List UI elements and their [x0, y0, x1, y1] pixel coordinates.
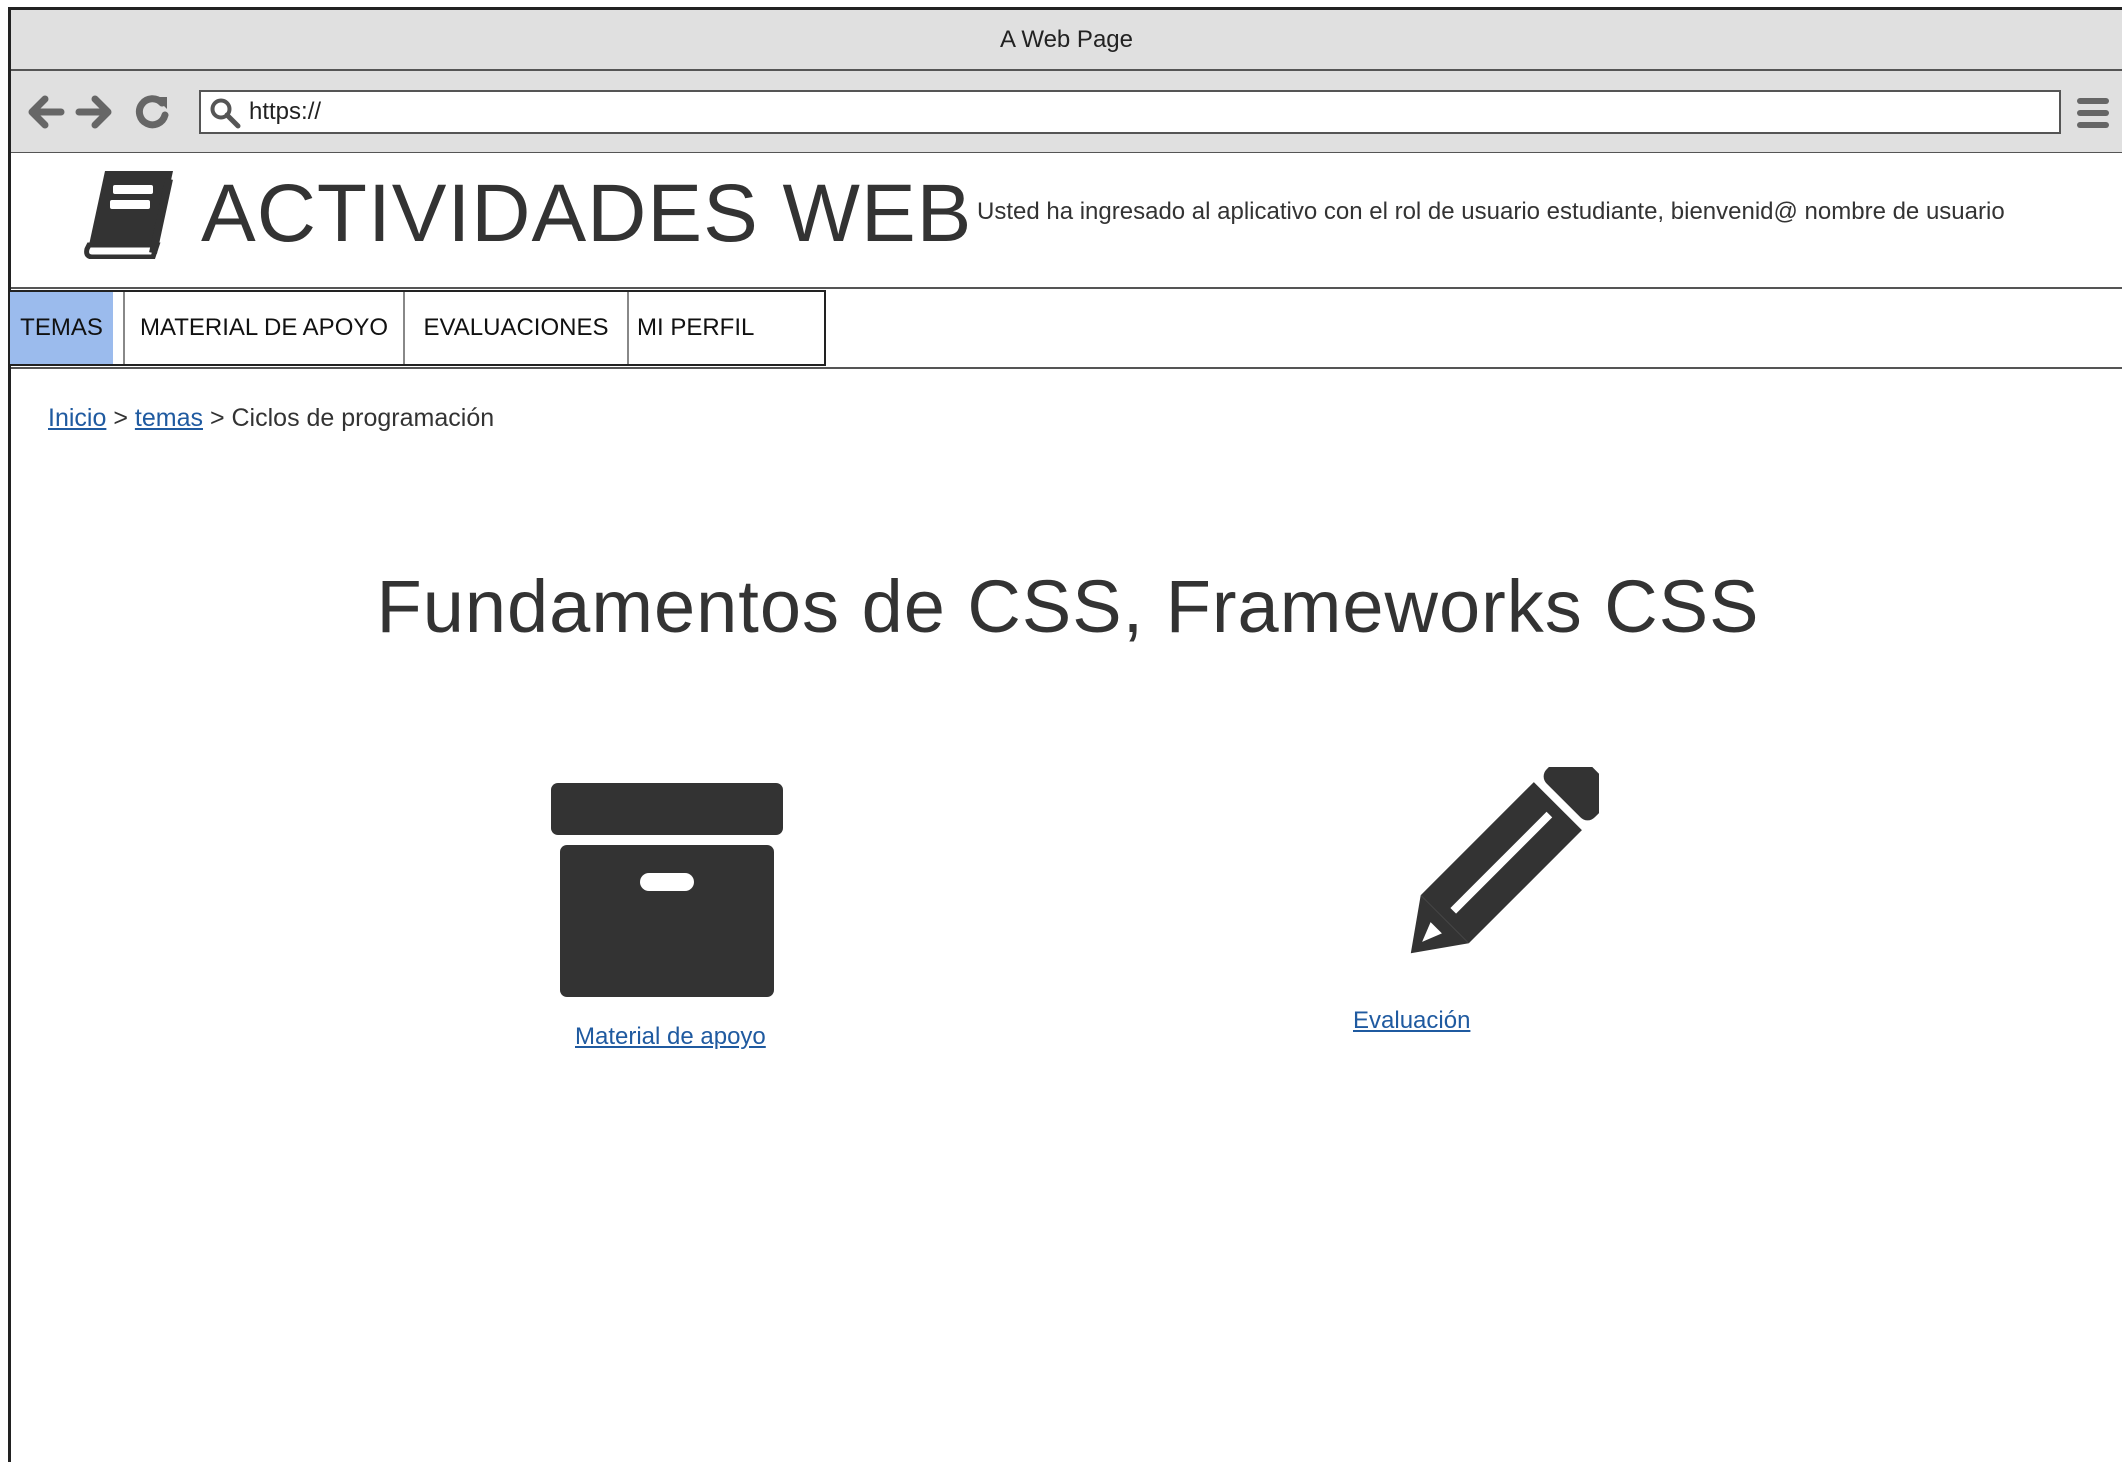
breadcrumb-link-temas[interactable]: temas [135, 404, 203, 432]
browser-window: A Web Page https:// ACTIVIDADES WEB Uste… [8, 7, 2122, 1462]
site-header: ACTIVIDADES WEB Usted ha ingresado al ap… [11, 153, 2122, 289]
tab-material-de-apoyo[interactable]: MATERIAL DE APOYO [123, 292, 403, 364]
reload-icon[interactable] [131, 91, 173, 133]
tab-mi-perfil[interactable]: MI PERFIL [627, 292, 824, 364]
window-title: A Web Page [1000, 26, 1133, 53]
book-icon [84, 171, 173, 259]
site-title: ACTIVIDADES WEB [201, 168, 973, 259]
archive-box-icon[interactable] [551, 783, 783, 997]
tab-evaluaciones[interactable]: EVALUACIONES [403, 292, 627, 364]
material-de-apoyo-link[interactable]: Material de apoyo [575, 1023, 766, 1051]
breadcrumb-current: Ciclos de programación [231, 404, 495, 432]
pencil-icon[interactable] [1381, 767, 1599, 981]
breadcrumb-separator: > [209, 404, 225, 432]
browser-toolbar: https:// [11, 71, 2122, 154]
search-icon [210, 98, 241, 129]
window-title-bar: A Web Page [11, 10, 2122, 71]
evaluacion-link[interactable]: Evaluación [1353, 1007, 1470, 1035]
breadcrumb-link-inicio[interactable]: Inicio [48, 404, 106, 432]
back-arrow-icon[interactable] [25, 91, 67, 133]
hamburger-menu-icon[interactable] [2077, 95, 2109, 131]
main-nav-tabs: TEMAS MATERIAL DE APOYO EVALUACIONES MI … [8, 290, 826, 366]
content-area: Inicio > temas > Ciclos de programación … [11, 367, 2122, 1462]
forward-arrow-icon[interactable] [73, 91, 115, 133]
breadcrumb: Inicio > temas > Ciclos de programación [48, 404, 494, 433]
address-bar[interactable]: https:// [199, 90, 2061, 134]
url-text[interactable]: https:// [249, 92, 321, 132]
welcome-message: Usted ha ingresado al aplicativo con el … [977, 198, 2005, 225]
page-title: Fundamentos de CSS, Frameworks CSS [376, 565, 1760, 648]
tab-temas[interactable]: TEMAS [10, 292, 113, 364]
breadcrumb-separator: > [113, 404, 128, 432]
